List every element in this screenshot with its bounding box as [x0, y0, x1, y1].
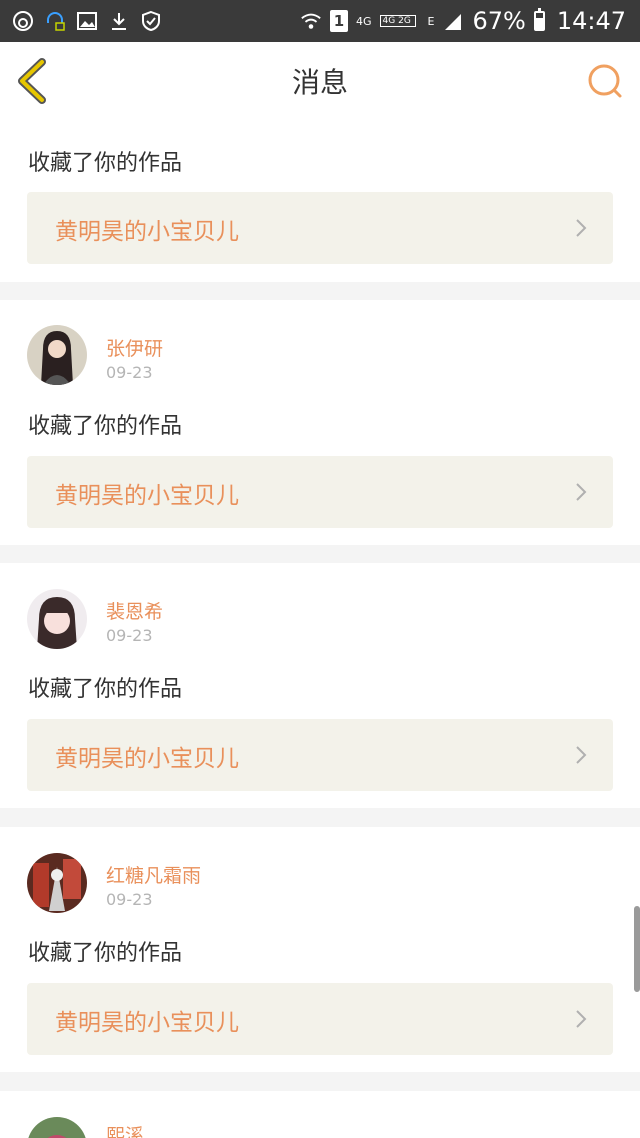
message-date: 09-23 [106, 890, 153, 909]
chevron-right-icon [576, 483, 587, 501]
avatar[interactable] [27, 325, 87, 385]
message-card: 熙溪 [0, 1091, 640, 1138]
message-list[interactable]: 收藏了你的作品 黄明昊的小宝贝儿 张伊研 09-23 收藏了你的作品 黄明昊的小… [0, 120, 640, 1138]
message-card: 张伊研 09-23 收藏了你的作品 黄明昊的小宝贝儿 [0, 300, 640, 545]
message-card: 裴恩希 09-23 收藏了你的作品 黄明昊的小宝贝儿 [0, 563, 640, 808]
work-link[interactable]: 黄明昊的小宝贝儿 [27, 719, 613, 791]
search-icon [588, 64, 622, 98]
gallery-icon [76, 10, 98, 32]
chevron-left-icon [18, 58, 46, 104]
message-action: 收藏了你的作品 [28, 941, 183, 966]
message-action: 收藏了你的作品 [28, 414, 183, 439]
username[interactable]: 熙溪 [106, 1121, 144, 1138]
clock: 14:47 [556, 7, 626, 35]
avatar[interactable] [27, 853, 87, 913]
app-notification-icon [12, 10, 34, 32]
work-title: 黄明昊的小宝贝儿 [55, 219, 239, 245]
work-link[interactable]: 黄明昊的小宝贝儿 [27, 983, 613, 1055]
sim-slot-badge: 1 [330, 10, 348, 32]
message-action: 收藏了你的作品 [28, 677, 183, 702]
battery-percent: 67% [472, 7, 526, 35]
shield-icon [140, 10, 162, 32]
message-card: 收藏了你的作品 黄明昊的小宝贝儿 [0, 120, 640, 282]
work-link[interactable]: 黄明昊的小宝贝儿 [27, 456, 613, 528]
download-icon [108, 10, 130, 32]
username[interactable]: 张伊研 [106, 334, 163, 361]
page-title: 消息 [291, 66, 348, 99]
headset-icon [44, 10, 66, 32]
scrollbar[interactable] [634, 906, 640, 992]
back-button[interactable] [14, 58, 54, 104]
work-link[interactable]: 黄明昊的小宝贝儿 [27, 192, 613, 264]
message-card: 红糖凡霜雨 09-23 收藏了你的作品 黄明昊的小宝贝儿 [0, 827, 640, 1072]
message-action: 收藏了你的作品 [28, 151, 183, 176]
work-title: 黄明昊的小宝贝儿 [55, 483, 239, 509]
work-title: 黄明昊的小宝贝儿 [55, 746, 239, 772]
battery-icon [533, 8, 545, 31]
network-e-label: E [427, 14, 435, 28]
chevron-right-icon [576, 1010, 587, 1028]
avatar[interactable] [27, 589, 87, 649]
message-date: 09-23 [106, 626, 153, 645]
username[interactable]: 红糖凡霜雨 [106, 861, 201, 888]
status-bar: 1 4G 4G 2G E 67% 14:47 [0, 0, 640, 42]
chevron-right-icon [576, 746, 587, 764]
header-bar: 消息 [0, 42, 640, 121]
network-4g-label: 4G [356, 14, 372, 28]
search-button[interactable] [586, 62, 624, 100]
work-title: 黄明昊的小宝贝儿 [55, 1010, 239, 1036]
avatar[interactable] [27, 1117, 87, 1138]
network-dual-label: 4G 2G [379, 15, 416, 27]
chevron-right-icon [576, 219, 587, 237]
username[interactable]: 裴恩希 [106, 597, 163, 624]
signal-icon [442, 10, 464, 32]
wifi-icon [300, 10, 322, 32]
message-date: 09-23 [106, 363, 153, 382]
